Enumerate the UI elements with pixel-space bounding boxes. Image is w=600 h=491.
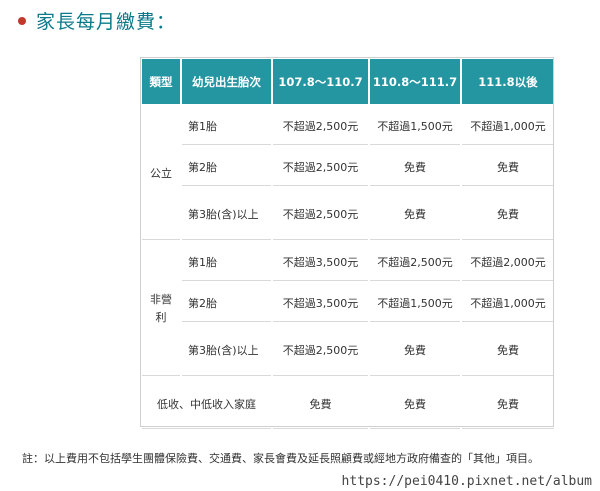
- section-heading: 家長每月繳費：: [18, 6, 176, 34]
- table-row: 公立 第1胎 不超過2,500元 不超過1,500元 不超過1,000元: [140, 104, 556, 242]
- low-income-label: 低收、中低收入家庭: [140, 376, 273, 431]
- fee-cell: 免費: [460, 376, 556, 431]
- category-nonprofit: 非營利: [140, 240, 182, 378]
- table-header-row: 類型 幼兒出生胎次 107.8～110.7 110.8～111.7 111.8以…: [140, 57, 556, 106]
- fee-table: 類型 幼兒出生胎次 107.8～110.7 110.8～111.7 111.8以…: [140, 57, 556, 431]
- header-birth-order: 幼兒出生胎次: [180, 57, 273, 106]
- table-row: 第3胎(含)以上 不超過2,500元 免費 免費: [141, 322, 556, 378]
- header-period-2: 110.8～111.7: [368, 57, 462, 106]
- fee-cell: 不超過2,000元: [460, 240, 556, 283]
- birth-order-cell: 第2胎: [180, 281, 273, 324]
- fee-cell: 不超過2,500元: [271, 186, 370, 242]
- header-type: 類型: [140, 57, 182, 106]
- fee-cell: 不超過2,500元: [271, 145, 370, 188]
- fee-cell: 免費: [368, 145, 462, 188]
- footnote: 註：以上費用不包括學生團體保險費、交通費、家長會費及延長照顧費或經地方政府備查的…: [22, 452, 539, 465]
- table-row: 第2胎 不超過3,500元 不超過1,500元 不超過1,000元: [141, 281, 556, 324]
- fee-cell: 不超過2,500元: [368, 240, 462, 283]
- header-period-1: 107.8～110.7: [271, 57, 370, 106]
- fee-cell: 不超過1,500元: [368, 281, 462, 324]
- fee-cell: 免費: [460, 322, 556, 378]
- fee-cell: 不超過1,000元: [460, 104, 556, 147]
- table-row: 第2胎 不超過2,500元 免費 免費: [141, 145, 556, 188]
- category-nonprofit-label: 非營利: [150, 293, 172, 324]
- category-public: 公立: [140, 104, 182, 242]
- birth-order-cell: 第1胎: [180, 104, 273, 147]
- fee-cell: 不超過2,500元: [271, 322, 370, 378]
- fee-cell: 免費: [271, 376, 370, 431]
- fee-cell: 不超過3,500元: [271, 240, 370, 283]
- table-row: 非營利 第1胎 不超過3,500元 不超過2,500元 不超過2,000元: [140, 240, 556, 378]
- heading-text: 家長每月繳費：: [36, 10, 177, 33]
- fee-cell: 免費: [368, 376, 462, 431]
- watermark: https://pei0410.pixnet.net/album: [341, 474, 592, 489]
- table-row: 低收、中低收入家庭 免費 免費 免費: [140, 376, 556, 431]
- fee-cell: 免費: [368, 186, 462, 242]
- table-row: 第3胎(含)以上 不超過2,500元 免費 免費: [141, 186, 556, 242]
- fee-cell: 不超過2,500元: [271, 104, 370, 147]
- birth-order-cell: 第2胎: [180, 145, 273, 188]
- fee-cell: 不超過3,500元: [271, 281, 370, 324]
- fee-cell: 不超過1,000元: [460, 281, 556, 324]
- birth-order-cell: 第1胎: [180, 240, 273, 283]
- fee-cell: 不超過1,500元: [368, 104, 462, 147]
- fee-cell: 免費: [460, 145, 556, 188]
- birth-order-cell: 第3胎(含)以上: [180, 322, 273, 378]
- fee-cell: 免費: [460, 186, 556, 242]
- bullet-icon: [18, 17, 26, 25]
- header-period-3: 111.8以後: [460, 57, 556, 106]
- birth-order-cell: 第3胎(含)以上: [180, 186, 273, 242]
- fee-cell: 免費: [368, 322, 462, 378]
